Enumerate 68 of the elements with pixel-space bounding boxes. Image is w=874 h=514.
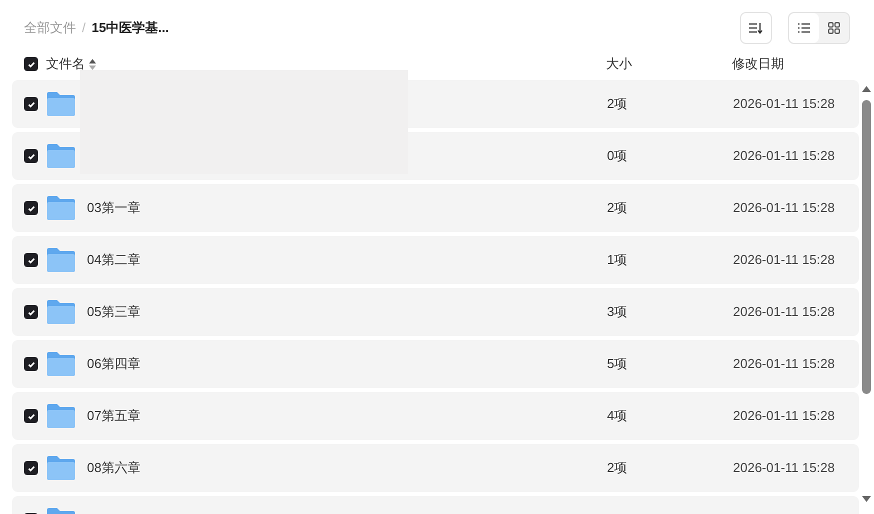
column-header: 修改日期 xyxy=(732,55,785,74)
checkbox[interactable] xyxy=(24,409,38,423)
file-row[interactable]: 03第一章 2项 2026-01-11 15:28 xyxy=(12,184,859,232)
checkbox[interactable] xyxy=(24,201,38,215)
folder-icon xyxy=(46,455,76,481)
checkmark-icon xyxy=(26,152,36,160)
item-count: 4项 xyxy=(607,407,628,426)
list-icon xyxy=(798,23,810,33)
modified-date: 2026-01-11 15:28 xyxy=(733,147,835,166)
breadcrumb-item[interactable]: 15中医学基... xyxy=(92,18,169,38)
sort-arrows-icon[interactable] xyxy=(89,58,96,70)
item-count: 2项 xyxy=(607,199,628,218)
checkbox[interactable] xyxy=(24,357,38,371)
file-name: 07第五章 xyxy=(87,407,140,426)
folder-icon xyxy=(46,351,76,377)
file-name: 03第一章 xyxy=(87,199,140,218)
file-name: 06第四章 xyxy=(87,355,140,374)
file-row[interactable]: 04第二章 1项 2026-01-11 15:28 xyxy=(12,236,859,284)
checkbox[interactable] xyxy=(24,97,38,111)
modified-date: 2026-01-11 15:28 xyxy=(733,199,835,218)
checkmark-icon xyxy=(26,412,36,420)
checkmark-icon xyxy=(26,100,36,108)
item-count: 5项 xyxy=(607,355,628,374)
list-view-button[interactable] xyxy=(789,13,819,43)
modified-date: 2026-01-11 15:28 xyxy=(733,407,835,426)
modified-date: 2026-01-11 15:28 xyxy=(733,303,835,322)
scroll-up-icon[interactable] xyxy=(862,86,870,92)
modified-date: 2026-01-11 15:28 xyxy=(733,355,835,374)
file-row[interactable]: 07第五章 4项 2026-01-11 15:28 xyxy=(12,392,859,440)
checkbox[interactable] xyxy=(24,461,38,475)
folder-icon xyxy=(46,143,76,169)
checkbox[interactable] xyxy=(24,305,38,319)
folder-icon xyxy=(46,403,76,429)
item-count: 2项 xyxy=(607,459,628,478)
file-name: 04第二章 xyxy=(87,251,140,270)
file-row[interactable]: 08第六章 2项 2026-01-11 15:28 xyxy=(12,444,859,492)
item-count: 3项 xyxy=(607,303,628,322)
folder-icon xyxy=(46,91,76,117)
breadcrumb-separator: / xyxy=(82,19,86,38)
checkmark-icon xyxy=(26,60,36,68)
modified-date: 2026-01-11 15:28 xyxy=(733,95,835,114)
folder-icon xyxy=(46,247,76,273)
sort-button[interactable] xyxy=(740,12,772,44)
checkbox[interactable] xyxy=(24,57,38,71)
item-count: 1项 xyxy=(607,251,628,270)
checkmark-icon xyxy=(26,308,36,316)
checkmark-icon xyxy=(26,204,36,212)
column-header: 大小 xyxy=(606,55,633,74)
checkmark-icon xyxy=(26,464,36,472)
checkmark-icon xyxy=(26,360,36,368)
modified-date: 2026-01-11 15:28 xyxy=(733,251,835,270)
file-row[interactable]: 06第四章 5项 2026-01-11 15:28 xyxy=(12,340,859,388)
item-count: 0项 xyxy=(607,147,628,166)
checkmark-icon xyxy=(26,256,36,264)
checkbox[interactable] xyxy=(24,149,38,163)
folder-icon xyxy=(46,195,76,221)
column-header[interactable]: 文件名 xyxy=(46,54,85,74)
modified-date: 2026-01-11 15:28 xyxy=(733,459,835,478)
folder-icon xyxy=(46,299,76,325)
file-name: 05第三章 xyxy=(87,303,140,322)
file-name: 08第六章 xyxy=(87,459,140,478)
scrollbar-thumb[interactable] xyxy=(862,100,870,394)
sort-icon xyxy=(749,22,763,34)
checkbox[interactable] xyxy=(24,253,38,267)
grid-icon xyxy=(828,22,840,34)
scroll-down-icon[interactable] xyxy=(862,496,870,502)
file-row[interactable]: 05第三章 3项 2026-01-11 15:28 xyxy=(12,288,859,336)
item-count: 2项 xyxy=(607,95,628,114)
